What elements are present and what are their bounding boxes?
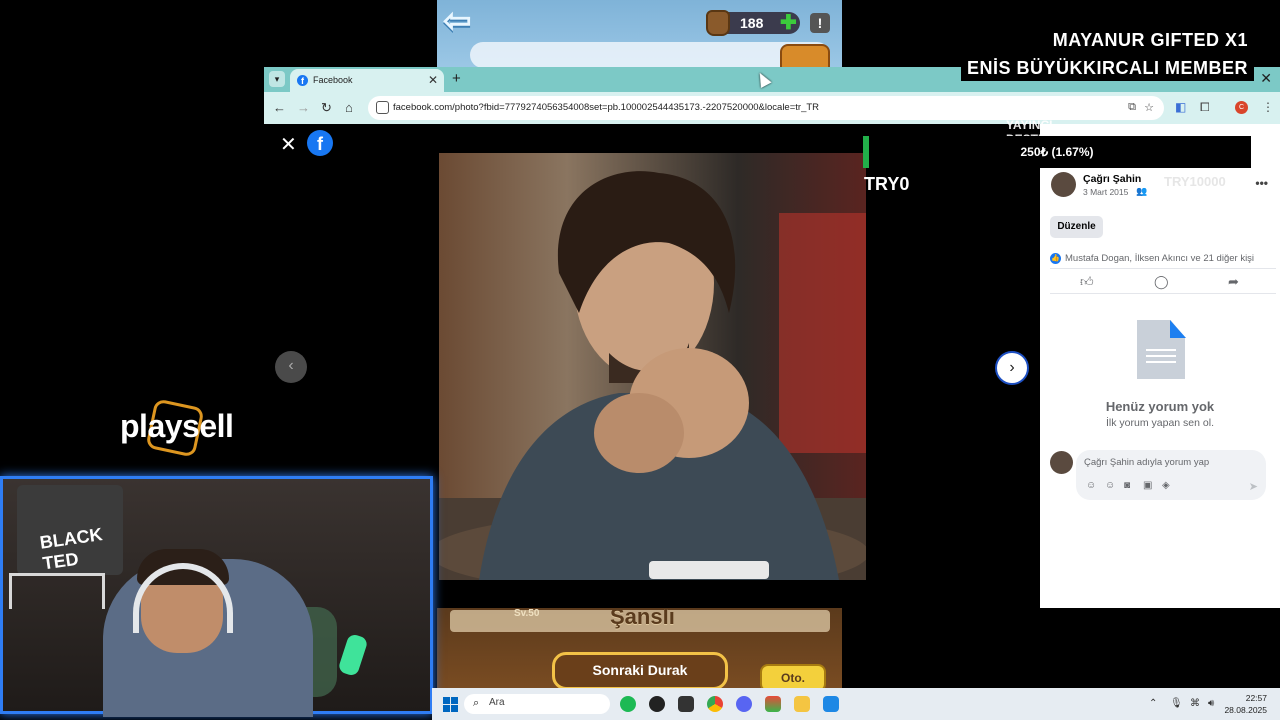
comment-composer[interactable]: ☺ ☺ ◙ ▣ ◈ ➤ — [1076, 450, 1266, 500]
install-app-icon[interactable]: ⧉ — [1128, 101, 1136, 114]
network-icon[interactable]: ⌘ — [1190, 698, 1200, 709]
obs-icon[interactable] — [649, 696, 665, 712]
reload-button[interactable]: ↻ — [321, 100, 332, 116]
back-button[interactable]: ← — [273, 100, 286, 115]
black-ted-logo-text: BLACK TED — [38, 524, 104, 574]
home-icon[interactable]: ⌂ — [345, 100, 353, 115]
gift-overlay-text: MAYANUR GIFTED X1 — [1052, 30, 1248, 50]
comment-icon[interactable]: ◯ — [1154, 274, 1169, 290]
try-counter: TRY0 — [864, 174, 910, 194]
member-overlay-text: ENİS BÜYÜKKIRCALI MEMBER — [960, 55, 1254, 81]
document-line — [1146, 349, 1176, 351]
commenter-avatar — [1050, 451, 1073, 474]
camera-icon[interactable]: ◙ — [1124, 480, 1130, 491]
coin-count: 188 — [740, 15, 764, 31]
author-name[interactable]: Çağrı Şahin — [1083, 173, 1141, 185]
more-options-icon[interactable]: ••• — [1255, 176, 1268, 190]
chrome-icon[interactable] — [707, 696, 723, 712]
tab-facebook[interactable]: f Facebook ✕ — [290, 69, 444, 92]
send-icon[interactable]: ➤ — [1249, 480, 1258, 493]
comment-input[interactable] — [1084, 457, 1254, 468]
windows-start-icon[interactable] — [443, 697, 458, 712]
back-arrow-icon[interactable]: ⇦ — [443, 4, 481, 38]
post-date[interactable]: 3 Mart 2015 — [1083, 187, 1128, 197]
share-icon[interactable]: ➦ — [1228, 274, 1239, 290]
photos-icon[interactable] — [823, 696, 839, 712]
tab-search-button[interactable]: ▾ — [269, 71, 285, 87]
facebook-favicon-icon: f — [297, 75, 308, 86]
post-photo[interactable] — [439, 153, 866, 580]
taskbar-search[interactable]: ⌕ — [464, 694, 610, 714]
windows-taskbar: ⌕ ⌃ 🎙︎ ⌘ 🔊︎ 22:57 28.08.2025 — [432, 688, 1280, 720]
coin-bag-icon — [706, 10, 730, 36]
playsell-logo: playsell — [120, 408, 234, 444]
site-info-icon[interactable] — [376, 101, 389, 114]
no-comments-title: Henüz yorum yok — [1105, 399, 1215, 414]
file-explorer-icon[interactable] — [794, 696, 810, 712]
shelf — [9, 573, 105, 609]
document-line — [1146, 355, 1176, 357]
webcam-feed: BLACK TED — [0, 476, 433, 717]
profile-icon[interactable]: C — [1235, 101, 1248, 114]
window-close-button[interactable]: ✕ — [1260, 70, 1272, 87]
goal-watermark: TRY10000 — [1164, 174, 1226, 189]
like-reaction-icon: 👍 — [1050, 253, 1061, 264]
gif-icon[interactable]: ▣ — [1143, 480, 1152, 491]
bookmark-star-icon[interactable]: ☆ — [1144, 101, 1154, 114]
black-ted-logo: BLACK TED — [17, 485, 123, 575]
mic-tray-icon[interactable]: 🎙︎ — [1170, 698, 1183, 709]
close-viewer-icon[interactable]: ✕ — [280, 132, 297, 157]
donation-progress-text: 250₺ (1.67%) — [1020, 145, 1094, 159]
clock-time[interactable]: 22:57 — [1237, 693, 1267, 703]
browser-menu-icon[interactable]: ⋮ — [1262, 100, 1274, 114]
edit-button[interactable]: Düzenle — [1050, 216, 1103, 238]
add-coins-button[interactable]: ✚ — [780, 12, 797, 34]
forward-button[interactable]: → — [297, 100, 310, 115]
screen: ⇦ 188 ✚ ! MAYANUR GIFTED X1 ENİS BÜYÜKKI… — [0, 0, 1280, 720]
app-icon[interactable] — [678, 696, 694, 712]
tab-title: Facebook — [313, 75, 353, 85]
author-avatar[interactable] — [1051, 172, 1076, 197]
address-bar[interactable]: facebook.com/photo?fbid=7779274056354008… — [368, 96, 1164, 120]
photo-illustration — [439, 153, 866, 580]
translate-icon[interactable]: ◧ — [1175, 100, 1186, 114]
tab-close-icon[interactable]: ✕ — [428, 73, 438, 87]
reactions-summary[interactable]: Mustafa Dogan, İlksen Akıncı ve 21 diğer… — [1065, 253, 1254, 264]
alert-icon[interactable]: ! — [810, 13, 830, 33]
post-side-panel: TRY10000 Çağrı Şahin 3 Mart 2015 👥 ••• D… — [1040, 124, 1280, 608]
microphone-icon — [337, 632, 369, 678]
like-icon[interactable]: 👍︎ — [1080, 274, 1094, 290]
game-cloud — [470, 42, 830, 68]
url-text[interactable]: facebook.com/photo?fbid=7779274056354008… — [393, 102, 819, 113]
taskbar-search-input[interactable] — [489, 697, 599, 708]
new-tab-button[interactable]: + — [452, 70, 461, 87]
lucky-label: Şanslı — [610, 604, 675, 629]
tray-overflow-icon[interactable]: ⌃ — [1149, 698, 1157, 709]
document-line — [1146, 361, 1176, 363]
avatar-sticker-icon[interactable]: ☺ — [1086, 480, 1096, 491]
post-actions: 👍︎ ◯ ➦ — [1050, 268, 1276, 294]
no-comments-subtitle: İlk yorum yapan sen ol. — [1106, 417, 1214, 429]
next-stop-button[interactable]: Sonraki Durak — [552, 652, 728, 690]
emoji-icon[interactable]: ☺ — [1105, 480, 1115, 491]
discord-icon[interactable] — [736, 696, 752, 712]
search-icon: ⌕ — [473, 697, 480, 709]
next-photo-button[interactable]: › — [995, 351, 1029, 385]
friends-privacy-icon: 👥 — [1136, 186, 1148, 196]
facebook-logo-icon[interactable]: f — [307, 130, 333, 156]
clock-date[interactable]: 28.08.2025 — [1212, 705, 1267, 715]
sticker-icon[interactable]: ◈ — [1162, 480, 1170, 491]
donation-progress: 250₺ (1.67%) — [863, 136, 1251, 168]
previous-photo-button[interactable]: ‹ — [275, 351, 307, 383]
spotify-icon[interactable] — [620, 696, 636, 712]
level-badge: Sv.50 — [514, 608, 540, 619]
extensions-icon[interactable]: ⧠ — [1200, 100, 1210, 115]
game-app-icon[interactable] — [765, 696, 781, 712]
browser-toolbar: ← → ↻ ⌂ facebook.com/photo?fbid=77792740… — [264, 92, 1280, 124]
